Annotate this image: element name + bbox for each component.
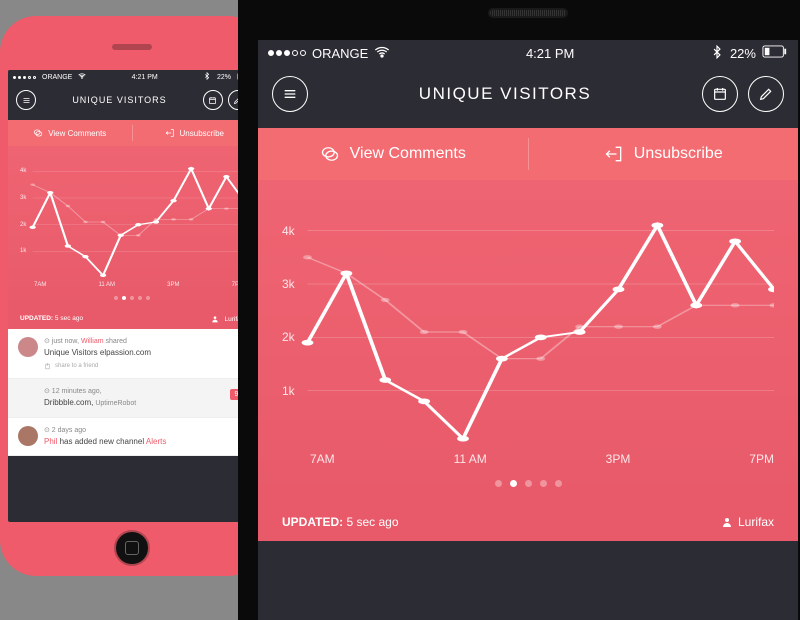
bluetooth-icon (203, 72, 211, 82)
header-bar: UNIQUE VISITORS (8, 84, 256, 120)
x-tick-label: 11 AM (454, 452, 487, 466)
battery-pct-label: 22% (730, 46, 756, 61)
screen-left: ORANGE 4:21 PM 22% UNIQUE VISITORS (8, 70, 256, 522)
chart-panel: 1k 2k 3k 4k 7AM 11 AM 3PM 7PM (258, 180, 798, 505)
action-bar: View Comments Unsubscribe (258, 128, 798, 180)
page-dot[interactable] (146, 296, 150, 300)
page-dot[interactable] (525, 480, 532, 487)
activity-feed: ⊙ just now, William shared Unique Visito… (8, 329, 256, 456)
edit-button[interactable] (748, 76, 784, 112)
page-dot[interactable] (122, 296, 126, 300)
menu-button[interactable] (16, 90, 36, 110)
chart-footer: UPDATED: 5 sec ago Lurifax (8, 310, 256, 329)
y-tick-label: 2k (282, 330, 295, 344)
x-tick-label: 7AM (34, 282, 46, 288)
unsubscribe-label: Unsubscribe (180, 129, 224, 138)
page-dot[interactable] (114, 296, 118, 300)
carrier-label: ORANGE (42, 74, 72, 81)
carrier-label: ORANGE (312, 46, 368, 61)
x-tick-label: 3PM (167, 282, 179, 288)
avatar (18, 337, 38, 357)
unsubscribe-button[interactable]: Unsubscribe (529, 128, 799, 180)
wifi-icon (374, 44, 390, 63)
comment-icon (320, 144, 340, 164)
page-dot[interactable] (510, 480, 517, 487)
page-dot[interactable] (540, 480, 547, 487)
user-icon (721, 516, 733, 528)
y-tick-label: 1k (20, 248, 26, 254)
user-name: Lurifax (738, 515, 774, 529)
exit-icon (165, 128, 175, 138)
earpiece (488, 8, 568, 18)
calendar-button[interactable] (702, 76, 738, 112)
view-comments-button[interactable]: View Comments (258, 138, 529, 170)
clock-label: 4:21 PM (526, 46, 574, 61)
page-dot[interactable] (495, 480, 502, 487)
earpiece (112, 44, 152, 50)
user-badge[interactable]: Lurifax (721, 515, 774, 529)
user-icon (211, 315, 219, 323)
page-title: UNIQUE VISITORS (72, 95, 166, 105)
status-bar: ORANGE 4:21 PM 22% (8, 70, 256, 84)
wifi-icon (78, 72, 86, 82)
action-bar: View Comments Unsubscribe (8, 120, 256, 146)
updated-value: 5 sec ago (55, 315, 83, 322)
updated-value: 5 sec ago (346, 515, 398, 529)
x-tick-label: 3PM (606, 452, 631, 466)
page-dot[interactable] (555, 480, 562, 487)
calendar-button[interactable] (203, 90, 223, 110)
pagination-dots[interactable] (282, 466, 774, 495)
chart-footer: UPDATED: 5 sec ago Lurifax (258, 505, 798, 541)
comment-icon (33, 128, 43, 138)
clock-label: 4:21 PM (132, 74, 158, 81)
unsubscribe-label: Unsubscribe (634, 145, 723, 163)
page-dot[interactable] (130, 296, 134, 300)
view-comments-label: View Comments (350, 145, 466, 163)
share-icon (44, 363, 51, 370)
signal-dots-icon (268, 50, 306, 56)
y-tick-label: 4k (20, 168, 26, 174)
y-tick-label: 1k (282, 384, 295, 398)
signal-dots-icon (13, 76, 36, 79)
updated-label: UPDATED: (20, 315, 53, 322)
x-tick-label: 7AM (310, 452, 335, 466)
y-tick-label: 3k (282, 277, 295, 291)
feed-item[interactable]: ⊙ just now, William shared Unique Visito… (8, 329, 256, 379)
status-bar: ORANGE 4:21 PM 22% (258, 40, 798, 66)
chart-panel: 1k2k3k4k 7AM11 AM3PM7PM (8, 146, 256, 310)
page-dot[interactable] (138, 296, 142, 300)
screen-right: ORANGE 4:21 PM 22% UNIQUE VISITORS (258, 40, 798, 620)
bluetooth-icon (710, 45, 724, 62)
visitors-line-chart: 1k 2k 3k 4k (282, 204, 774, 444)
battery-icon (762, 45, 788, 61)
battery-pct-label: 22% (217, 74, 231, 81)
view-comments-button[interactable]: View Comments (8, 125, 133, 141)
menu-button[interactable] (272, 76, 308, 112)
feed-item[interactable]: ⊙ 2 days ago Phil has added new channel … (8, 418, 256, 456)
header-bar: UNIQUE VISITORS (258, 66, 798, 128)
device-right: ORANGE 4:21 PM 22% UNIQUE VISITORS (238, 0, 800, 620)
home-button[interactable] (114, 530, 150, 566)
x-tick-label: 7PM (749, 452, 774, 466)
avatar (18, 426, 38, 446)
device-left: ORANGE 4:21 PM 22% UNIQUE VISITORS (0, 16, 264, 576)
y-tick-label: 2k (20, 222, 26, 228)
visitors-line-chart: 1k 2k 3k 4k (20, 158, 244, 278)
pagination-dots[interactable] (20, 288, 244, 304)
exit-icon (604, 144, 624, 164)
x-tick-label: 11 AM (98, 282, 115, 288)
y-tick-label: 3k (20, 195, 26, 201)
y-tick-label: 4k (282, 224, 295, 238)
page-title: UNIQUE VISITORS (419, 84, 591, 104)
view-comments-label: View Comments (48, 129, 106, 138)
feed-item[interactable]: ⊙ 12 minutes ago, Dribbble.com, UptimeRo… (8, 379, 256, 418)
updated-label: UPDATED: (282, 515, 343, 529)
